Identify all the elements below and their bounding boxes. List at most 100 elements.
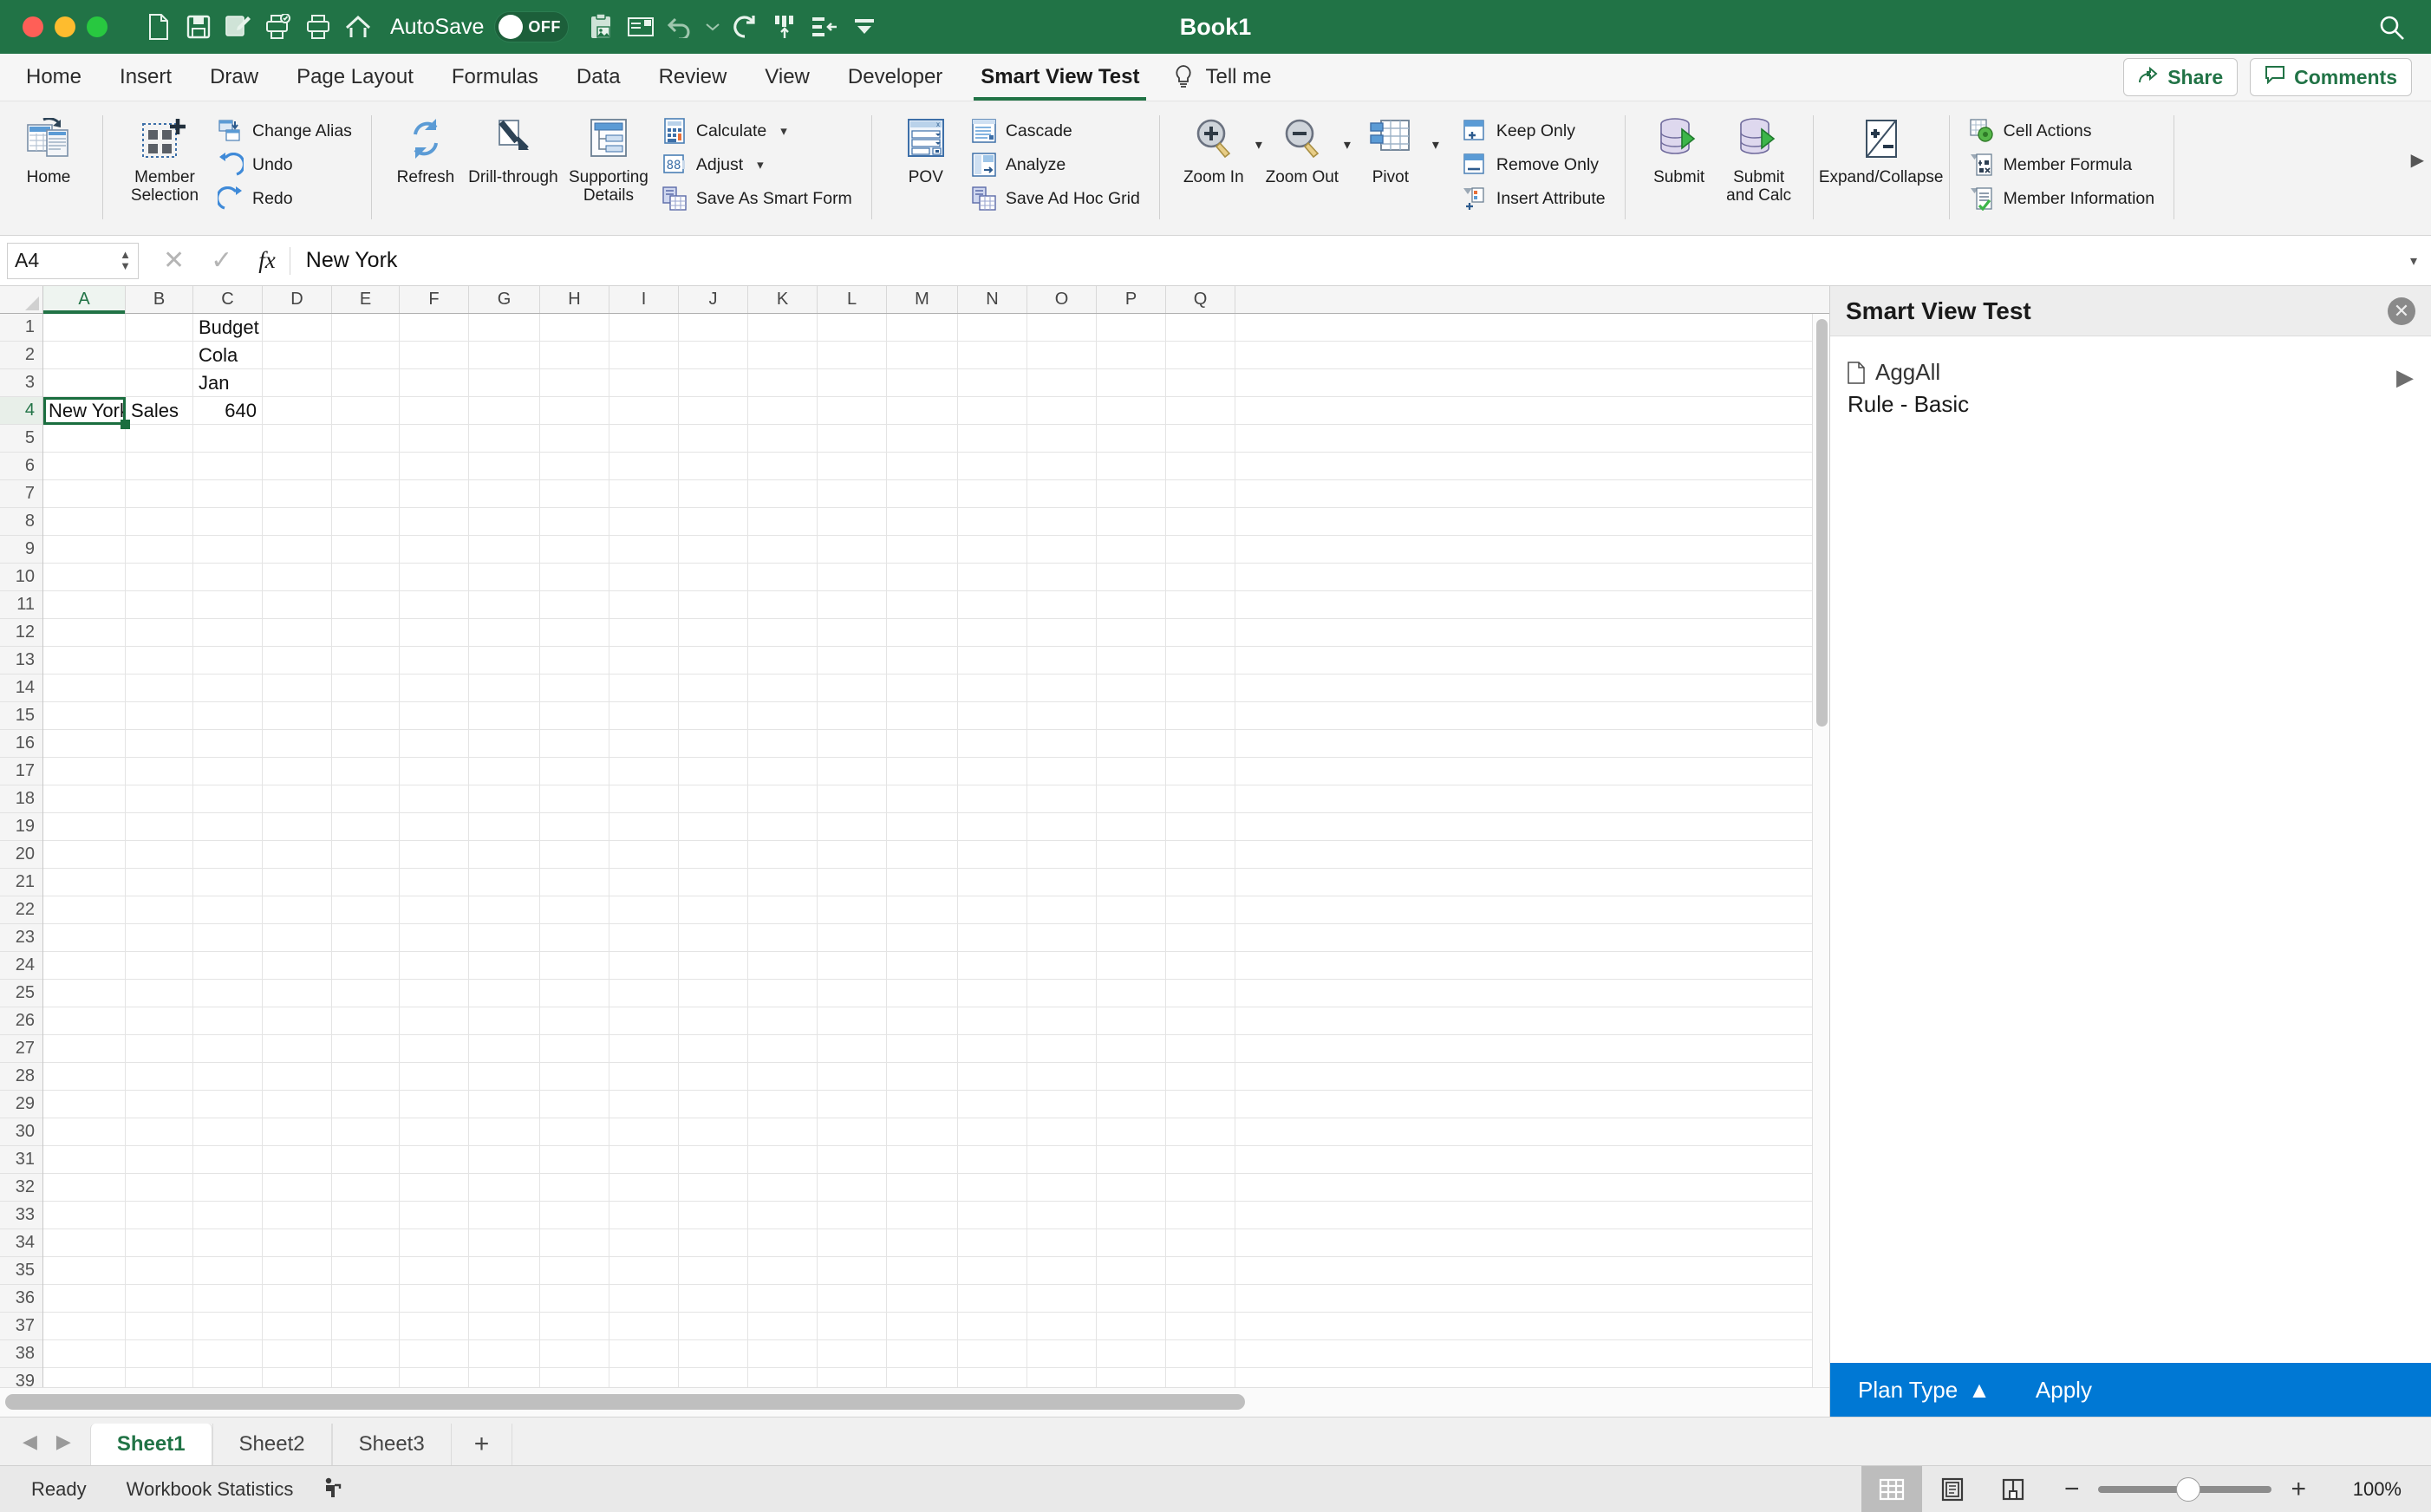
cell-E29[interactable]	[332, 1091, 400, 1118]
cell-Q17[interactable]	[1166, 758, 1235, 785]
cell-A14[interactable]	[43, 675, 126, 701]
cell-C21[interactable]	[193, 869, 263, 896]
cell-P36[interactable]	[1097, 1285, 1166, 1312]
cell-C26[interactable]	[193, 1007, 263, 1034]
close-window-button[interactable]	[23, 16, 43, 37]
cell-C14[interactable]	[193, 675, 263, 701]
cascade-button[interactable]: Cascade	[966, 115, 1145, 147]
cell-B20[interactable]	[126, 841, 193, 868]
cell-L27[interactable]	[818, 1035, 887, 1062]
cell-K4[interactable]	[748, 397, 818, 424]
cell-J21[interactable]	[679, 869, 748, 896]
cell-D32[interactable]	[263, 1174, 332, 1201]
cell-F19[interactable]	[400, 813, 469, 840]
cell-O26[interactable]	[1027, 1007, 1097, 1034]
cell-N20[interactable]	[958, 841, 1027, 868]
cell-A38[interactable]	[43, 1340, 126, 1367]
cell-E10[interactable]	[332, 564, 400, 590]
redo-circular-icon[interactable]	[725, 7, 765, 47]
cell-M33[interactable]	[887, 1202, 958, 1228]
cell-B25[interactable]	[126, 980, 193, 1007]
fill-handle[interactable]	[121, 420, 130, 429]
cell-P15[interactable]	[1097, 702, 1166, 729]
save-ad-hoc-grid-button[interactable]: Save Ad Hoc Grid	[966, 183, 1145, 214]
name-box[interactable]: A4 ▲ ▼	[7, 242, 139, 279]
cell-A33[interactable]	[43, 1202, 126, 1228]
calculate-button[interactable]: Calculate ▾	[656, 115, 857, 147]
cell-N27[interactable]	[958, 1035, 1027, 1062]
close-icon[interactable]: ✕	[2388, 297, 2415, 325]
add-sheet-button[interactable]: +	[452, 1424, 513, 1465]
cell-M39[interactable]	[887, 1368, 958, 1387]
cell-F36[interactable]	[400, 1285, 469, 1312]
cell-K27[interactable]	[748, 1035, 818, 1062]
save-as-icon[interactable]	[218, 7, 258, 47]
cell-E25[interactable]	[332, 980, 400, 1007]
cell-H2[interactable]	[540, 342, 609, 368]
cell-Q5[interactable]	[1166, 425, 1235, 452]
cell-P1[interactable]	[1097, 314, 1166, 341]
cell-J13[interactable]	[679, 647, 748, 674]
cell-P31[interactable]	[1097, 1146, 1166, 1173]
cell-E26[interactable]	[332, 1007, 400, 1034]
cell-G7[interactable]	[469, 480, 540, 507]
cell-A2[interactable]	[43, 342, 126, 368]
cell-I2[interactable]	[609, 342, 679, 368]
cell-Q25[interactable]	[1166, 980, 1235, 1007]
cell-A36[interactable]	[43, 1285, 126, 1312]
cell-L10[interactable]	[818, 564, 887, 590]
column-header-n[interactable]: N	[958, 286, 1027, 313]
cell-P2[interactable]	[1097, 342, 1166, 368]
cell-A39[interactable]	[43, 1368, 126, 1387]
save-as-smart-form-button[interactable]: Save As Smart Form	[656, 183, 857, 214]
cell-L26[interactable]	[818, 1007, 887, 1034]
cell-D29[interactable]	[263, 1091, 332, 1118]
cell-Q39[interactable]	[1166, 1368, 1235, 1387]
cell-L3[interactable]	[818, 369, 887, 396]
cell-E24[interactable]	[332, 952, 400, 979]
cell-I20[interactable]	[609, 841, 679, 868]
cell-M10[interactable]	[887, 564, 958, 590]
row-header-19[interactable]: 19	[0, 813, 42, 841]
cell-M34[interactable]	[887, 1229, 958, 1256]
cell-B31[interactable]	[126, 1146, 193, 1173]
cell-L1[interactable]	[818, 314, 887, 341]
cell-N29[interactable]	[958, 1091, 1027, 1118]
cell-A29[interactable]	[43, 1091, 126, 1118]
cell-D9[interactable]	[263, 536, 332, 563]
cell-P4[interactable]	[1097, 397, 1166, 424]
cell-E21[interactable]	[332, 869, 400, 896]
cell-H37[interactable]	[540, 1313, 609, 1339]
cell-I36[interactable]	[609, 1285, 679, 1312]
cell-L31[interactable]	[818, 1146, 887, 1173]
cell-O31[interactable]	[1027, 1146, 1097, 1173]
cell-H7[interactable]	[540, 480, 609, 507]
refresh-button[interactable]: Refresh	[386, 108, 466, 186]
cell-C7[interactable]	[193, 480, 263, 507]
zoom-out-button[interactable]: Zoom Out	[1262, 108, 1342, 186]
cell-I19[interactable]	[609, 813, 679, 840]
cell-O2[interactable]	[1027, 342, 1097, 368]
cell-I28[interactable]	[609, 1063, 679, 1090]
cell-C38[interactable]	[193, 1340, 263, 1367]
row-header-1[interactable]: 1	[0, 314, 42, 342]
cell-G31[interactable]	[469, 1146, 540, 1173]
row-header-4[interactable]: 4	[0, 397, 42, 425]
cell-I26[interactable]	[609, 1007, 679, 1034]
cell-H36[interactable]	[540, 1285, 609, 1312]
cell-J33[interactable]	[679, 1202, 748, 1228]
cell-N1[interactable]	[958, 314, 1027, 341]
cell-C6[interactable]	[193, 453, 263, 479]
cell-F28[interactable]	[400, 1063, 469, 1090]
cell-B28[interactable]	[126, 1063, 193, 1090]
pov-button[interactable]: x POV	[886, 108, 966, 186]
cell-Q30[interactable]	[1166, 1118, 1235, 1145]
cell-I39[interactable]	[609, 1368, 679, 1387]
cell-D17[interactable]	[263, 758, 332, 785]
cell-L13[interactable]	[818, 647, 887, 674]
tab-view[interactable]: View	[746, 54, 829, 101]
cell-B32[interactable]	[126, 1174, 193, 1201]
column-header-o[interactable]: O	[1027, 286, 1097, 313]
save-icon[interactable]	[179, 7, 218, 47]
cell-O5[interactable]	[1027, 425, 1097, 452]
